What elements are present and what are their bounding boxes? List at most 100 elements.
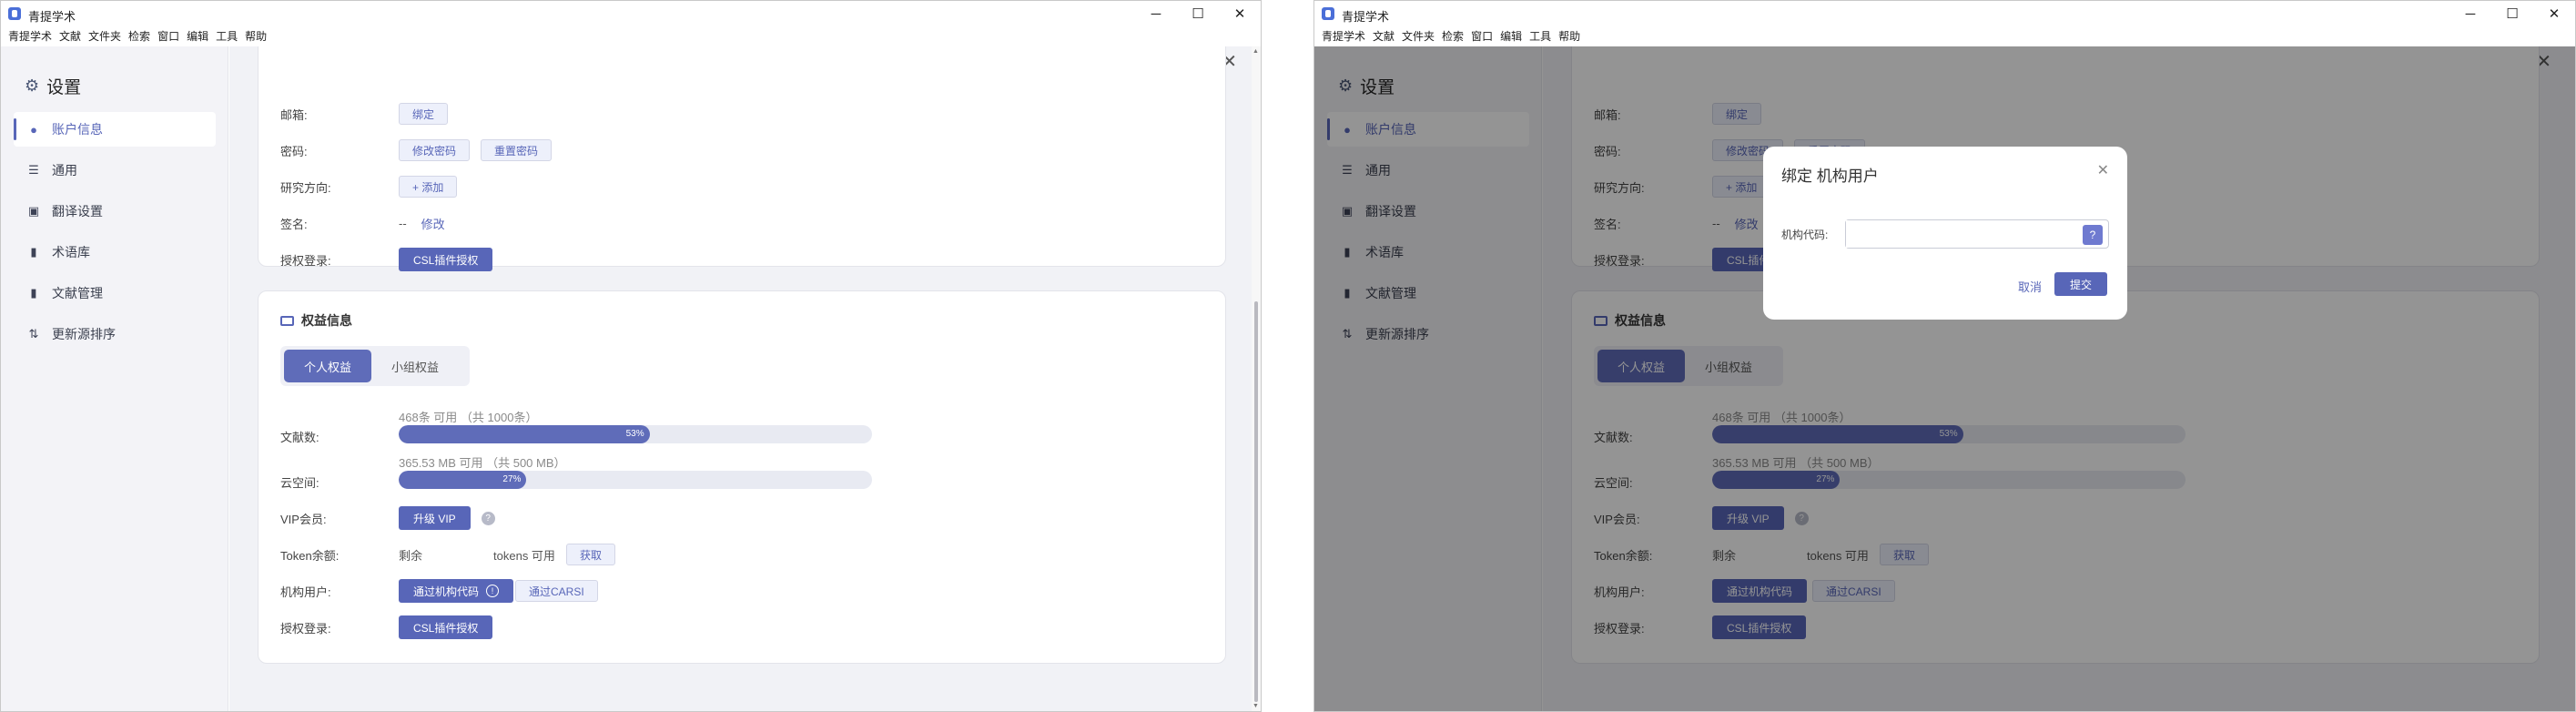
docs-text: 468条 可用 （共 1000条）: [399, 411, 538, 424]
minimize-button[interactable]: ─: [1135, 1, 1177, 26]
tab-group[interactable]: 小组权益: [371, 350, 459, 382]
benefits-csl-button[interactable]: CSL插件授权: [399, 615, 493, 639]
dialog-title: 绑定 机构用户: [1781, 168, 1879, 185]
sidebar-item-label: 通用: [52, 163, 77, 178]
sidebar-item-account[interactable]: ● 账户信息: [14, 112, 216, 147]
benefits-title-text: 权益信息: [301, 313, 352, 328]
docs-progress-bar: 53%: [399, 425, 872, 443]
maximize-button[interactable]: ☐: [1177, 1, 1219, 26]
user-icon: ●: [30, 122, 37, 137]
docs-progress-fill: [399, 425, 650, 443]
menu-app[interactable]: 青提学术: [1322, 26, 1365, 46]
title-bar: 青提学术 ─ ☐ ✕: [1, 1, 1261, 26]
id-card-icon: [280, 315, 294, 326]
signature-label: 签名:: [280, 217, 308, 231]
settings-title: 设置: [46, 78, 82, 97]
help-icon[interactable]: ?: [2083, 225, 2103, 245]
token-remaining: 剩余: [399, 548, 423, 563]
token-available: tokens 可用: [493, 548, 555, 563]
password-row: 密码: 修改密码 重置密码: [280, 138, 563, 162]
menu-window[interactable]: 窗口: [157, 26, 179, 46]
docs-progress: 468条 可用 （共 1000条） 53%: [399, 408, 872, 443]
menu-edit[interactable]: 编辑: [187, 26, 208, 46]
sidebar-item-general[interactable]: ☰ 通用: [14, 153, 216, 188]
sliders-icon: ☰: [28, 163, 39, 177]
menu-bar: 青提学术 文献 文件夹 检索 窗口 编辑 工具 帮助: [1314, 26, 2575, 46]
institution-code-label: 通过机构代码: [413, 585, 480, 598]
institution-code-input[interactable]: [1846, 220, 2064, 248]
app-logo-icon: [1322, 7, 1334, 20]
settings-window-left: 青提学术 ─ ☐ ✕ 青提学术 文献 文件夹 检索 窗口 编辑 工具 帮助 ⚙ …: [0, 0, 1262, 712]
sidebar-item-glossary[interactable]: ▮ 术语库: [14, 235, 216, 270]
cloud-progress: 365.53 MB 可用 （共 500 MB） 27%: [399, 453, 872, 489]
carsi-button[interactable]: 通过CARSI: [515, 580, 598, 602]
menu-help[interactable]: 帮助: [1558, 26, 1580, 46]
account-card: 邮箱: 绑定 密码: 修改密码 重置密码 研究方向: + 添加 签名: -- 修…: [258, 46, 1226, 271]
menu-help[interactable]: 帮助: [245, 26, 267, 46]
cancel-button[interactable]: 取消: [2018, 278, 2042, 295]
scroll-thumb[interactable]: [1254, 301, 1258, 702]
bind-institution-dialog: 绑定 机构用户 ✕ 机构代码: ? 取消 提交: [1763, 147, 2127, 320]
settings-window-right: 青提学术 ─ ☐ ✕ 青提学术 文献 文件夹 检索 窗口 编辑 工具 帮助 ⚙ …: [1313, 0, 2576, 712]
window-title: 青提学术: [1342, 10, 1390, 24]
email-label: 邮箱:: [280, 107, 308, 122]
sidebar-item-label: 文献管理: [52, 286, 103, 300]
menu-bar: 青提学术 文献 文件夹 检索 窗口 编辑 工具 帮助: [1, 26, 1261, 46]
cloud-label: 云空间:: [280, 476, 319, 490]
help-icon[interactable]: ?: [481, 511, 495, 525]
submit-button[interactable]: 提交: [2054, 272, 2107, 296]
upgrade-vip-button[interactable]: 升级 VIP: [399, 506, 471, 530]
reset-password-button[interactable]: 重置密码: [481, 139, 553, 161]
menu-window[interactable]: 窗口: [1471, 26, 1493, 46]
token-label: Token余额:: [280, 548, 340, 563]
change-password-button[interactable]: 修改密码: [399, 139, 471, 161]
edit-signature-link[interactable]: 修改: [421, 215, 445, 232]
sidebar-item-source-order[interactable]: ⇅ 更新源排序: [14, 317, 216, 351]
close-window-button[interactable]: ✕: [1219, 1, 1261, 26]
get-tokens-button[interactable]: 获取: [565, 544, 615, 565]
add-research-button[interactable]: + 添加: [399, 176, 458, 198]
menu-edit[interactable]: 编辑: [1500, 26, 1522, 46]
menu-folder[interactable]: 文件夹: [88, 26, 121, 46]
close-window-button[interactable]: ✕: [2533, 1, 2575, 26]
maximize-button[interactable]: ☐: [2491, 1, 2533, 26]
menu-folder[interactable]: 文件夹: [1402, 26, 1435, 46]
institution-label: 机构用户:: [280, 585, 331, 599]
scroll-up-icon[interactable]: ▲: [1253, 48, 1259, 55]
menu-search[interactable]: 检索: [1442, 26, 1464, 46]
app-logo-icon: [8, 7, 21, 20]
benefits-title: 权益信息: [280, 311, 352, 330]
csl-auth-button[interactable]: CSL插件授权: [399, 248, 493, 271]
settings-header: ⚙ 设置: [25, 74, 81, 98]
benefits-tabs: 个人权益 小组权益: [280, 346, 470, 386]
benefits-csl-label: 授权登录:: [280, 621, 331, 636]
gear-icon: ⚙: [25, 76, 40, 95]
sidebar-item-literature[interactable]: ▮ 文献管理: [14, 276, 216, 310]
tab-personal[interactable]: 个人权益: [284, 350, 371, 382]
info-icon: !: [486, 585, 500, 597]
cloud-progress-bar: 27%: [399, 471, 872, 489]
book-icon: ▮: [30, 245, 37, 259]
minimize-button[interactable]: ─: [2449, 1, 2491, 26]
cloud-percent-label: 27%: [502, 474, 522, 484]
vip-row: VIP会员: 升级 VIP ?: [280, 506, 495, 530]
institution-code-field: ?: [1845, 219, 2109, 249]
menu-tools[interactable]: 工具: [1529, 26, 1551, 46]
sidebar-item-translation[interactable]: ▣ 翻译设置: [14, 194, 216, 229]
close-icon[interactable]: ✕: [2097, 161, 2109, 179]
institution-row: 机构用户: 通过机构代码 ! 通过CARSI: [280, 579, 609, 603]
title-bar: 青提学术 ─ ☐ ✕: [1314, 1, 2575, 26]
menu-tools[interactable]: 工具: [216, 26, 238, 46]
cloud-text: 365.53 MB 可用 （共 500 MB）: [399, 456, 566, 470]
menu-search[interactable]: 检索: [128, 26, 150, 46]
menu-app[interactable]: 青提学术: [8, 26, 52, 46]
scroll-down-icon[interactable]: ▼: [1253, 703, 1259, 709]
book-icon: ▮: [30, 286, 37, 300]
password-label: 密码:: [280, 144, 308, 158]
bind-email-button[interactable]: 绑定: [399, 103, 449, 125]
scrollbar[interactable]: ▲ ▼: [1252, 46, 1261, 711]
research-label: 研究方向:: [280, 180, 331, 195]
menu-literature[interactable]: 文献: [1373, 26, 1394, 46]
institution-code-button[interactable]: 通过机构代码 !: [399, 579, 514, 603]
menu-literature[interactable]: 文献: [59, 26, 81, 46]
